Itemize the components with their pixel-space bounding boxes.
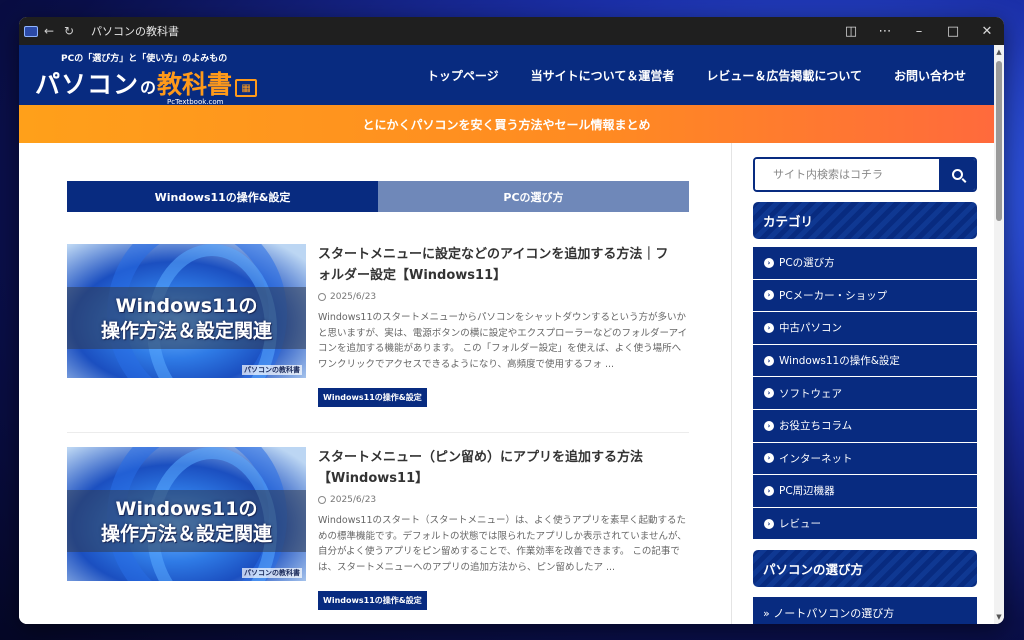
logo-text-pasokon: パソコン <box>35 70 140 99</box>
more-icon[interactable]: ⋯ <box>868 24 902 39</box>
book-icon: ▦ <box>235 79 258 97</box>
scrollbar-thumb[interactable] <box>996 61 1002 221</box>
category-item[interactable]: › PCメーカー・ショップ <box>753 279 977 313</box>
article-card: Windows11の 操作方法＆設定関連 パソコンの教科書 スタートメニューに設… <box>67 244 689 424</box>
article-date-text: 2025/6/23 <box>330 292 377 302</box>
article-excerpt: Windows11のスタート（スタートメニュー）は、よく使うアプリを素早く起動す… <box>318 515 687 573</box>
sidebar: カテゴリ ›PCの選び方 ›PCメーカー・ショップ ›中古パソコン ›Windo… <box>753 143 977 624</box>
close-icon[interactable]: ✕ <box>970 24 1004 39</box>
site-search <box>753 157 977 192</box>
article-thumbnail[interactable]: Windows11の 操作方法＆設定関連 パソコンの教科書 <box>67 244 306 378</box>
article-date: 2025/6/23 <box>318 292 376 302</box>
scroll-down-icon[interactable]: ▼ <box>994 612 1004 622</box>
logo-text-no: の <box>140 78 157 97</box>
chevron-right-icon: › <box>764 322 774 333</box>
category-heading: カテゴリ <box>753 202 977 239</box>
article-title[interactable]: スタートメニュー（ピン留め）にアプリを追加する方法【Windows11】 <box>318 447 678 489</box>
logo-url: PcTextbook.com <box>167 98 224 106</box>
page-content: PCの「選び方」と「使い方」のよみもの パソコン の 教科書 ▦ PcTextb… <box>19 45 994 624</box>
category-item[interactable]: › ソフトウェア <box>753 377 977 410</box>
category-item[interactable]: › Windows11の操作&設定 <box>753 344 977 378</box>
category-item[interactable]: › PCの選び方 <box>753 247 977 280</box>
category-item[interactable]: › PC周辺機器 <box>753 475 977 508</box>
article-excerpt: Windows11のスタートメニューからパソコンをシャットダウンするという方が多… <box>318 312 688 370</box>
chevron-right-icon: › <box>764 388 774 399</box>
thumb-watermark: パソコンの教科書 <box>242 568 302 578</box>
nav-top[interactable]: トップページ <box>427 67 499 84</box>
article-tag[interactable]: Windows11の操作&設定 <box>318 591 427 610</box>
thumb-line2: 操作方法＆設定関連 <box>100 320 272 342</box>
article-card: Windows11の 操作方法＆設定関連 パソコンの教科書 スタートメニュー（ピ… <box>67 447 689 624</box>
category-tabs: Windows11の操作&設定 PCの選び方 <box>67 181 689 212</box>
article-divider <box>67 432 689 433</box>
pc-selection-heading: パソコンの選び方 <box>753 550 977 587</box>
search-icon <box>951 169 963 180</box>
category-list: › PCの選び方 › PCメーカー・ショップ › 中古パソコン › Windows11の… <box>753 247 977 541</box>
nav-contact[interactable]: お問い合わせ <box>894 67 966 84</box>
clock-icon <box>318 496 326 504</box>
sale-banner[interactable]: とにかくパソコンを安く買う方法やセール情報まとめ <box>19 105 994 143</box>
back-icon[interactable]: ← <box>39 17 59 45</box>
page-scrollbar[interactable]: ▲ ▼ <box>994 45 1004 624</box>
tab-pc-selection[interactable]: PCの選び方 <box>378 181 689 212</box>
window-title: パソコンの教科書 <box>91 25 179 38</box>
maximize-icon[interactable]: □ <box>936 24 970 39</box>
logo-tagline: PCの「選び方」と「使い方」のよみもの <box>61 54 228 64</box>
thumb-line1: Windows11の <box>115 498 258 520</box>
main-nav: トップページ 当サイトについて＆運営者 レビュー＆広告掲載について お問い合わせ <box>427 45 966 105</box>
category-item[interactable]: › レビュー <box>753 507 977 541</box>
site-logo[interactable]: PCの「選び方」と「使い方」のよみもの パソコン の 教科書 ▦ PcTextb… <box>35 51 258 106</box>
chevron-right-icon: › <box>764 290 774 301</box>
tab-windows11[interactable]: Windows11の操作&設定 <box>67 181 378 212</box>
app-options-icon[interactable]: ◫ <box>834 24 868 39</box>
minimize-icon[interactable]: – <box>902 24 936 39</box>
article-date: 2025/6/23 <box>318 495 376 505</box>
chevron-right-icon: › <box>764 518 774 529</box>
refresh-icon[interactable]: ↻ <box>59 17 79 45</box>
browser-window: ← ↻ パソコンの教科書 ◫ ⋯ – □ ✕ PCの「選び方」と「使い方」のよみ… <box>19 17 1004 624</box>
thumb-watermark: パソコンの教科書 <box>242 365 302 375</box>
logo-text-kyokasho: 教科書 <box>157 70 233 99</box>
chevron-right-icon: › <box>764 453 774 464</box>
article-title[interactable]: スタートメニューに設定などのアイコンを追加する方法｜フォルダー設定【Window… <box>318 244 678 286</box>
title-bar: ← ↻ パソコンの教科書 ◫ ⋯ – □ ✕ <box>19 17 1004 45</box>
scroll-up-icon[interactable]: ▲ <box>994 47 1004 57</box>
chevron-right-icon: › <box>764 257 774 268</box>
main-column: Windows11の操作&設定 PCの選び方 Windows11の 操作方法＆設… <box>19 143 731 624</box>
pc-selection-item[interactable]: » ノートパソコンの選び方 <box>753 597 977 624</box>
thumb-line1: Windows11の <box>115 295 258 317</box>
article-date-text: 2025/6/23 <box>330 495 377 505</box>
chevron-right-icon: › <box>764 355 774 366</box>
clock-icon <box>318 293 326 301</box>
category-item[interactable]: › お役立ちコラム <box>753 409 977 443</box>
chevron-right-icon: › <box>764 485 774 496</box>
search-input[interactable] <box>755 159 939 190</box>
column-divider <box>731 143 732 624</box>
chevron-right-icon: › <box>764 420 774 431</box>
nav-review[interactable]: レビュー＆広告掲載について <box>706 67 862 84</box>
category-item[interactable]: › 中古パソコン <box>753 312 977 345</box>
nav-about[interactable]: 当サイトについて＆運営者 <box>531 67 675 84</box>
category-item[interactable]: › インターネット <box>753 442 977 476</box>
app-icon <box>19 17 39 45</box>
search-button[interactable] <box>939 159 975 190</box>
article-tag[interactable]: Windows11の操作&設定 <box>318 388 427 407</box>
thumb-line2: 操作方法＆設定関連 <box>100 523 272 545</box>
site-header: PCの「選び方」と「使い方」のよみもの パソコン の 教科書 ▦ PcTextb… <box>19 45 994 106</box>
article-thumbnail[interactable]: Windows11の 操作方法＆設定関連 パソコンの教科書 <box>67 447 306 581</box>
